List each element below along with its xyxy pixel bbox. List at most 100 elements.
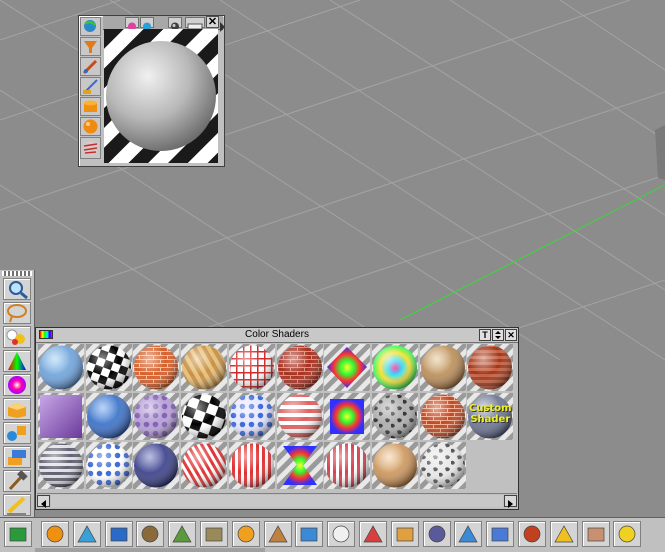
sphere-shading xyxy=(372,345,417,390)
lasso-icon[interactable] xyxy=(3,302,31,324)
shader-orange-brick[interactable] xyxy=(133,344,180,391)
sphere-shading xyxy=(468,345,513,390)
shader-rainbow-hourglass[interactable] xyxy=(276,442,323,489)
pen-icon[interactable] xyxy=(80,77,101,96)
logo-m-icon[interactable] xyxy=(549,521,578,547)
globe-icon[interactable] xyxy=(80,17,101,36)
shader-custom-shader[interactable]: Custom Shader xyxy=(467,393,514,440)
mesh-icon[interactable] xyxy=(486,521,515,547)
spray-icon[interactable] xyxy=(359,521,387,547)
shader-light-blue-plain[interactable] xyxy=(38,344,84,391)
rainbow-triangle-icon[interactable] xyxy=(3,350,31,372)
render-tab-icon[interactable] xyxy=(168,17,182,31)
shader-pink-stripes[interactable] xyxy=(324,442,371,489)
shader-titlebar[interactable]: Color Shaders T ✕ xyxy=(36,328,518,343)
shader-grey-camo[interactable] xyxy=(419,442,466,489)
shader-stone-mottle[interactable] xyxy=(371,393,418,440)
recycle-icon[interactable] xyxy=(4,521,32,547)
updown-icon[interactable] xyxy=(492,329,504,341)
shader-rainbow-square[interactable] xyxy=(324,393,371,440)
ruler-icon[interactable] xyxy=(454,521,483,547)
shader-tan-wood[interactable] xyxy=(371,442,418,489)
box-open-icon[interactable] xyxy=(3,398,31,420)
axis-icon[interactable] xyxy=(518,521,546,547)
stack-icon[interactable] xyxy=(3,446,31,468)
type-button[interactable]: T xyxy=(479,329,491,341)
bottom-toolbar xyxy=(0,517,665,552)
orange-sphere-icon[interactable] xyxy=(80,117,101,136)
shader-red-white-stripes[interactable] xyxy=(276,393,323,440)
cylinder-icon[interactable] xyxy=(80,97,101,116)
color-tab-icon[interactable] xyxy=(125,17,139,31)
layers-icon[interactable] xyxy=(136,521,165,547)
sphere-shading xyxy=(39,443,83,488)
sphere-shading xyxy=(134,345,179,390)
shader-red-grid[interactable] xyxy=(228,344,275,391)
sphere-shading xyxy=(372,394,417,439)
toolbar-grip[interactable] xyxy=(2,271,32,276)
shader-red-brick-2[interactable] xyxy=(419,393,466,440)
color-sphere-icon[interactable] xyxy=(3,374,31,396)
camera-icon[interactable] xyxy=(104,521,133,547)
sphere-shading xyxy=(277,394,322,439)
hammer-icon[interactable] xyxy=(3,470,31,492)
plug-icon[interactable] xyxy=(613,521,642,547)
shader-psychedelic-rainbow[interactable] xyxy=(371,344,418,391)
shader-close-button[interactable]: ✕ xyxy=(505,329,517,341)
globe-tab-icon[interactable] xyxy=(140,17,154,31)
sphere-shading xyxy=(86,345,131,390)
shader-rainbow-diamond[interactable] xyxy=(324,344,371,391)
shader-sphere-icon[interactable] xyxy=(80,137,101,159)
shader-scrollbar[interactable] xyxy=(37,493,517,508)
pencil-icon[interactable] xyxy=(3,494,31,516)
terrain-icon[interactable] xyxy=(168,521,197,547)
material-close-button[interactable]: ✕ xyxy=(206,16,219,28)
sphere-shading xyxy=(229,394,274,439)
color-shaders-panel[interactable]: Color Shaders T ✕ Custom Shader xyxy=(35,327,519,510)
shader-wood-grain[interactable] xyxy=(181,344,228,391)
funnel-icon[interactable] xyxy=(80,37,101,56)
material-expand-arrow-icon[interactable] xyxy=(220,22,225,32)
shader-blue-marble[interactable] xyxy=(85,393,132,440)
sphere-shading xyxy=(39,345,83,390)
sphere-shading xyxy=(182,394,227,439)
shader-black-white-checker[interactable] xyxy=(85,344,132,391)
custom-shader-label-line: Custom xyxy=(469,403,512,414)
shader-red-vertical-stripes[interactable] xyxy=(228,442,275,489)
parrot-icon[interactable] xyxy=(231,521,260,547)
folder-icon[interactable] xyxy=(295,521,324,547)
texture-icon[interactable] xyxy=(200,521,228,547)
shader-blue-polka-dots[interactable] xyxy=(228,393,275,440)
magnify-icon[interactable] xyxy=(3,278,31,300)
shader-navy-speckle[interactable] xyxy=(133,442,180,489)
shader-panel-title: Color Shaders xyxy=(245,329,309,340)
shader-grid: Custom Shader xyxy=(38,344,516,492)
heart-icon[interactable] xyxy=(327,521,356,547)
shader-dark-red-brick[interactable] xyxy=(467,344,514,391)
material-preview-window[interactable]: ✕ xyxy=(78,15,225,167)
orange-box-icon[interactable] xyxy=(41,521,69,547)
shader-lilac-spots[interactable] xyxy=(133,393,180,440)
sphere-shading xyxy=(229,345,274,390)
spotlight-icon[interactable] xyxy=(72,521,101,547)
sphere-shading xyxy=(420,394,465,439)
scroll-right-icon[interactable] xyxy=(504,495,517,508)
shader-purple-fur[interactable] xyxy=(38,393,84,440)
shader-red-brick[interactable] xyxy=(276,344,323,391)
shader-red-thin-stripes[interactable] xyxy=(181,442,228,489)
brush-icon[interactable] xyxy=(80,57,101,76)
tools-icon[interactable] xyxy=(422,521,451,547)
paint-balls-icon[interactable] xyxy=(3,326,31,348)
face-icon[interactable] xyxy=(581,521,610,547)
shader-white-blue-dots[interactable] xyxy=(85,442,132,489)
scroll-left-icon[interactable] xyxy=(37,495,50,508)
swatch-tab-icon[interactable] xyxy=(185,17,205,30)
palette-icon[interactable] xyxy=(390,521,419,547)
shader-checker-large[interactable] xyxy=(181,393,228,440)
shapes-icon[interactable] xyxy=(3,422,31,444)
scroll-track[interactable] xyxy=(51,495,503,507)
shader-grey-rings[interactable] xyxy=(38,442,84,489)
shader-swatch xyxy=(40,395,82,438)
shader-light-wood[interactable] xyxy=(419,344,466,391)
crate-icon[interactable] xyxy=(263,521,292,547)
